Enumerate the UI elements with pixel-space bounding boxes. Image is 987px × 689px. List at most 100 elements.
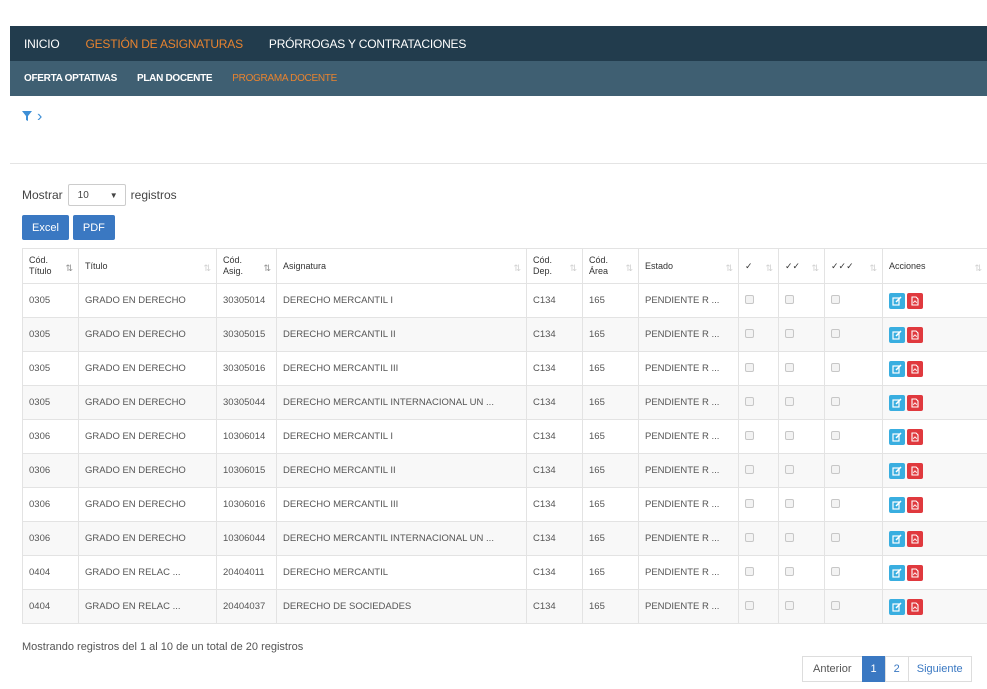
column-header[interactable]: Cód. Título ⇅ — [22, 248, 79, 284]
checkbox-cell — [778, 453, 825, 488]
row-checkbox[interactable] — [745, 498, 754, 508]
table-cell: GRADO EN RELAC ... — [78, 555, 217, 590]
row-checkbox[interactable] — [745, 532, 754, 542]
row-checkbox[interactable] — [785, 430, 794, 440]
pdf-icon[interactable] — [907, 360, 923, 377]
edit-icon[interactable] — [889, 462, 905, 479]
pdf-icon[interactable] — [907, 292, 923, 309]
column-header[interactable]: ✓ ⇅ — [738, 248, 779, 284]
sort-icon[interactable]: ⇅ — [974, 263, 982, 274]
pagination-next[interactable]: Siguiente — [907, 656, 972, 682]
nav-item-prorrogas[interactable]: PRÓRROGAS Y CONTRATACIONES — [269, 37, 466, 51]
sort-icon[interactable]: ⇅ — [811, 263, 819, 274]
row-checkbox[interactable] — [785, 532, 794, 542]
filter-icon[interactable] — [22, 110, 32, 124]
edit-icon[interactable] — [889, 598, 905, 615]
row-checkbox[interactable] — [785, 328, 794, 338]
row-checkbox[interactable] — [785, 600, 794, 610]
row-checkbox[interactable] — [785, 396, 794, 406]
table-row: 0306 GRADO EN DERECHO 10306016 DERECHO MERC… — [22, 487, 987, 522]
row-checkbox[interactable] — [745, 396, 754, 406]
edit-icon[interactable] — [889, 292, 905, 309]
pdf-icon[interactable] — [907, 496, 923, 513]
column-header[interactable]: ✓✓✓ ⇅ — [824, 248, 883, 284]
pdf-button[interactable]: PDF — [72, 215, 115, 240]
row-checkbox[interactable] — [831, 396, 840, 406]
row-checkbox[interactable] — [831, 464, 840, 474]
subnav-item-plan-docente[interactable]: PLAN DOCENTE — [137, 73, 213, 84]
row-checkbox[interactable] — [745, 430, 754, 440]
row-checkbox[interactable] — [745, 362, 754, 372]
row-checkbox[interactable] — [831, 430, 840, 440]
pdf-icon[interactable] — [907, 598, 923, 615]
sort-icon[interactable]: ⇅ — [203, 263, 211, 274]
column-header[interactable]: Asignatura ⇅ — [276, 248, 527, 284]
pdf-icon[interactable] — [907, 326, 923, 343]
row-checkbox[interactable] — [785, 294, 794, 304]
nav-item-gestion-asignaturas[interactable]: GESTIÓN DE ASIGNATURAS — [85, 37, 243, 51]
table-cell: 20404011 — [216, 555, 277, 590]
pagination-page-1[interactable]: 1 — [861, 656, 886, 682]
breadcrumb-chevron-icon[interactable]: › — [37, 109, 42, 125]
column-header[interactable]: Cód. Asig. ⇅ — [216, 248, 277, 284]
pdf-icon[interactable] — [907, 394, 923, 411]
row-checkbox[interactable] — [831, 362, 840, 372]
row-checkbox[interactable] — [785, 498, 794, 508]
page-length-select[interactable]: 10 ▼ — [67, 184, 126, 206]
excel-button[interactable]: Excel — [22, 215, 69, 240]
sort-icon[interactable]: ⇅ — [725, 263, 733, 274]
sort-icon[interactable]: ⇅ — [263, 263, 271, 274]
row-checkbox[interactable] — [831, 328, 840, 338]
pdf-icon[interactable] — [907, 530, 923, 547]
table-cell: DERECHO MERCANTIL — [276, 555, 527, 590]
row-checkbox[interactable] — [831, 600, 840, 610]
edit-icon[interactable] — [889, 530, 905, 547]
edit-icon[interactable] — [889, 326, 905, 343]
row-checkbox[interactable] — [831, 566, 840, 576]
sort-icon[interactable]: ⇅ — [765, 263, 773, 274]
sort-icon[interactable]: ⇅ — [869, 263, 877, 274]
column-header[interactable]: Acciones ⇅ — [882, 248, 987, 284]
pdf-icon[interactable] — [907, 564, 923, 581]
pagination-page-2[interactable]: 2 — [884, 656, 909, 682]
column-header[interactable]: Estado ⇅ — [638, 248, 739, 284]
table-cell: DERECHO MERCANTIL I — [276, 419, 527, 454]
row-checkbox[interactable] — [745, 328, 754, 338]
pdf-icon[interactable] — [907, 428, 923, 445]
row-checkbox[interactable] — [745, 600, 754, 610]
table-cell: GRADO EN DERECHO — [78, 283, 217, 318]
sort-icon[interactable]: ⇅ — [569, 263, 577, 274]
column-header-label: Asignatura — [283, 260, 327, 271]
table-cell: PENDIENTE R ... — [638, 589, 739, 624]
edit-icon[interactable] — [889, 564, 905, 581]
row-checkbox[interactable] — [831, 294, 840, 304]
pagination-previous[interactable]: Anterior — [802, 656, 863, 682]
column-header[interactable]: ✓✓ ⇅ — [778, 248, 825, 284]
row-checkbox[interactable] — [745, 566, 754, 576]
row-checkbox[interactable] — [831, 498, 840, 508]
sort-icon[interactable]: ⇅ — [65, 263, 73, 274]
subnav-item-oferta-optativas[interactable]: OFERTA OPTATIVAS — [24, 73, 117, 84]
row-checkbox[interactable] — [831, 532, 840, 542]
column-header[interactable]: Cód. Área ⇅ — [582, 248, 639, 284]
edit-icon[interactable] — [889, 496, 905, 513]
row-checkbox[interactable] — [745, 464, 754, 474]
sort-icon[interactable]: ⇅ — [625, 263, 633, 274]
edit-icon[interactable] — [889, 428, 905, 445]
checkbox-cell — [778, 283, 825, 318]
column-header[interactable]: Título ⇅ — [78, 248, 217, 284]
edit-icon[interactable] — [889, 360, 905, 377]
edit-icon[interactable] — [889, 394, 905, 411]
table-row: 0404 GRADO EN RELAC ... 20404011 DERECHO ME… — [22, 555, 987, 590]
sort-icon[interactable]: ⇅ — [513, 263, 521, 274]
pdf-icon[interactable] — [907, 462, 923, 479]
row-actions — [889, 564, 981, 581]
row-checkbox[interactable] — [745, 294, 754, 304]
column-header[interactable]: Cód. Dep. ⇅ — [526, 248, 583, 284]
row-checkbox[interactable] — [785, 566, 794, 576]
nav-item-inicio[interactable]: INICIO — [24, 37, 60, 51]
subnav-item-programa-docente[interactable]: PROGRAMA DOCENTE — [232, 73, 337, 84]
row-checkbox[interactable] — [785, 362, 794, 372]
row-checkbox[interactable] — [785, 464, 794, 474]
sub-navbar: OFERTA OPTATIVAS PLAN DOCENTE PROGRAMA D… — [10, 61, 987, 96]
